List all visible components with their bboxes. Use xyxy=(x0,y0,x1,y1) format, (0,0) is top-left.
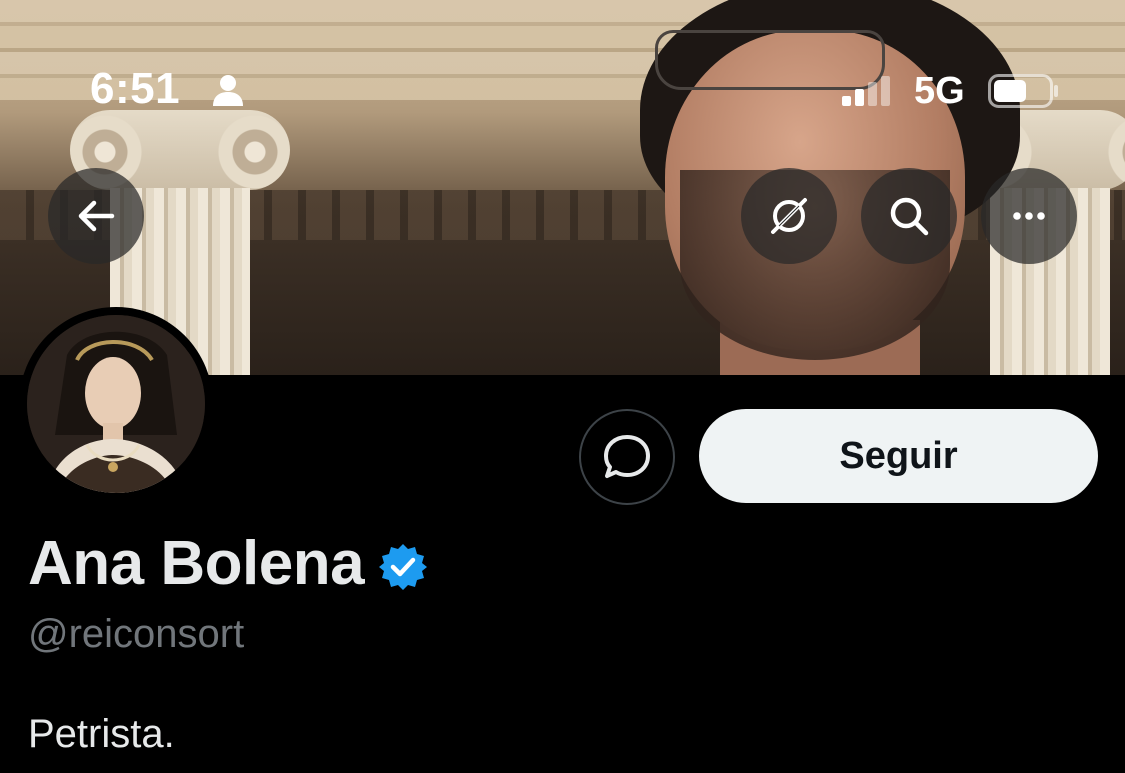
search-icon xyxy=(890,197,929,236)
follow-button[interactable]: Seguir xyxy=(699,409,1098,503)
username-handle: @reiconsort xyxy=(28,612,245,656)
profile-bio: Petrista. xyxy=(28,712,175,756)
name-row: Ana Bolena xyxy=(28,528,428,599)
verified-badge-icon[interactable] xyxy=(378,542,428,592)
back-button[interactable] xyxy=(48,168,144,264)
more-options-button[interactable] xyxy=(981,168,1077,264)
arrow-left-icon xyxy=(78,200,115,232)
search-button[interactable] xyxy=(861,168,957,264)
network-type: 5G xyxy=(914,70,965,112)
battery-icon xyxy=(988,74,1058,108)
avatar-image xyxy=(27,315,205,493)
person-icon xyxy=(213,75,243,106)
status-bar: 6:51 5G xyxy=(0,62,1125,120)
status-time: 6:51 xyxy=(90,64,181,113)
profile-banner[interactable] xyxy=(0,0,1125,375)
signal-icon xyxy=(842,76,890,106)
display-name: Ana Bolena xyxy=(28,529,365,598)
grok-icon xyxy=(771,198,807,234)
more-icon xyxy=(1013,212,1045,220)
profile-avatar[interactable] xyxy=(19,307,213,501)
message-icon xyxy=(604,435,650,478)
grok-button[interactable] xyxy=(741,168,837,264)
message-button[interactable] xyxy=(579,409,675,505)
